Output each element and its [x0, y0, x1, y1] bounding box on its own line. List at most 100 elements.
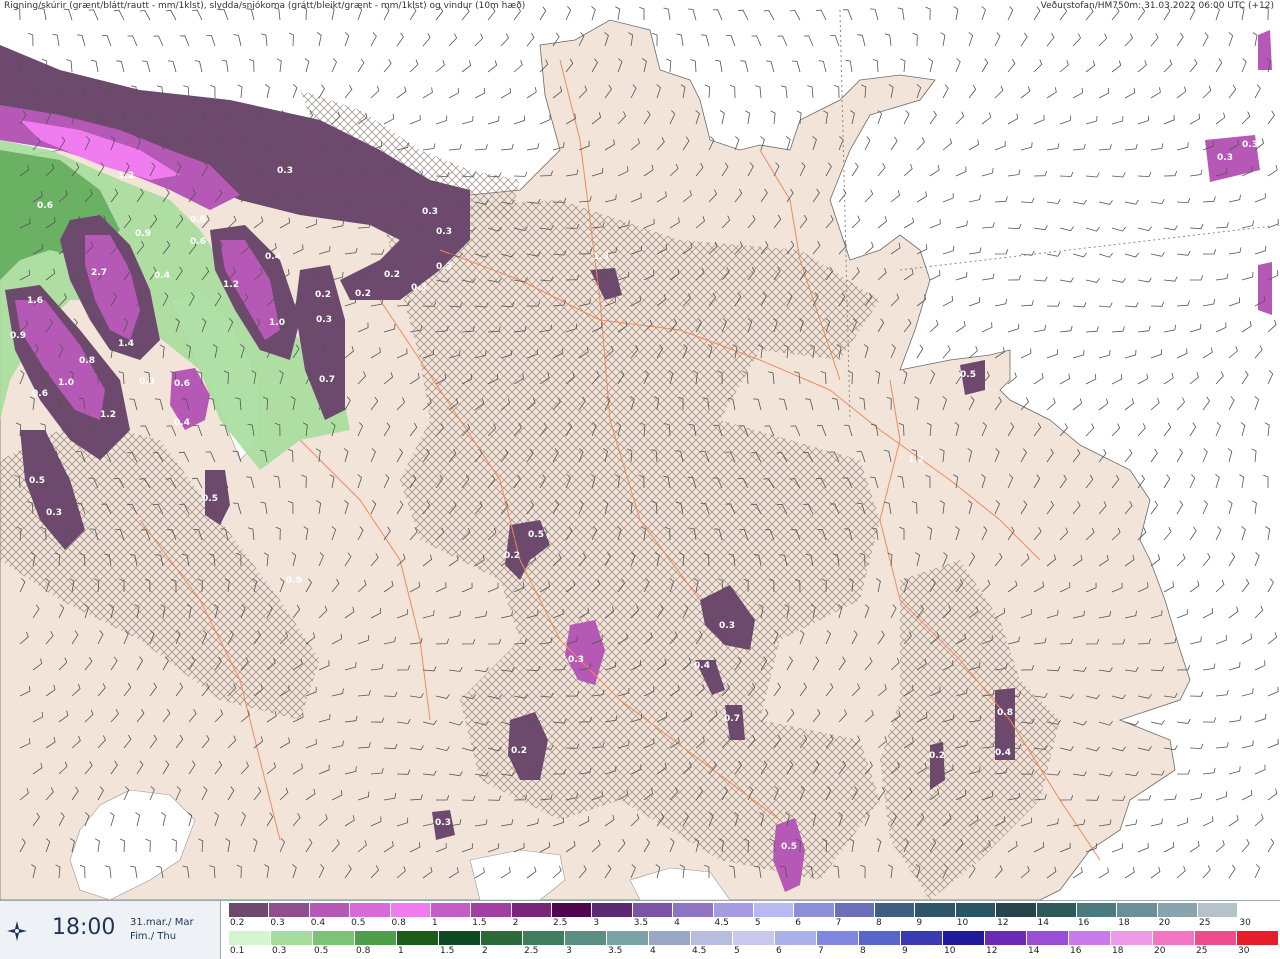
precip-value-label: 0.4	[265, 252, 281, 262]
colorbar-label: 2	[512, 918, 519, 928]
colorbar-label: 1	[431, 918, 438, 928]
precip-value-label: 0.7	[319, 375, 335, 385]
precip-value-label: 0.8	[79, 356, 95, 366]
colorbar-label: 8	[860, 946, 866, 956]
colorbar-label: 1.5	[440, 946, 455, 956]
precip-value-label: 0.3	[411, 283, 427, 293]
colorbar-swatch	[565, 931, 607, 945]
colorbar-swatch	[1069, 931, 1111, 945]
colorbar-label: 5	[734, 946, 740, 956]
snow-colorbar	[229, 903, 1279, 917]
colorbar-label: 6	[795, 918, 801, 928]
precip-value-label: 1.3	[593, 252, 609, 262]
weather-map: 0.3 0.3 1.2 0.6 0.6 0.6 2.7 1.4 0.4 1.2 1.6 0.9 0.8 1…	[0, 0, 1280, 900]
colorbar-label: 20	[1154, 946, 1166, 956]
colorbar-label: 18	[1118, 918, 1130, 928]
precip-value-label: 0.8	[997, 708, 1013, 718]
precip-value-label: 1.2	[908, 455, 924, 465]
colorbar-swatch	[471, 903, 512, 917]
precip-value-label: 0.3	[277, 166, 293, 176]
forecast-day: Fim./ Thu	[130, 931, 177, 942]
precip-value-label: 0.6	[32, 389, 48, 399]
precip-value-label: 0.6	[37, 201, 53, 211]
colorbar-swatch	[1076, 903, 1118, 917]
colorbar-label: 5	[754, 918, 761, 928]
precip-value-label: 0.3	[435, 818, 451, 828]
precip-value-label: 1.2	[118, 171, 134, 181]
colorbar-label: 9	[916, 918, 923, 928]
colorbar-label: 0.3	[270, 918, 285, 928]
colorbar-label: 9	[902, 946, 908, 956]
colorbar-swatch	[996, 903, 1037, 917]
colorbar-swatch	[632, 903, 674, 917]
legend-footer: 18:00 31.mar./ Mar Fim./ Thu 0.2 0.3 0.4 0.…	[0, 900, 1280, 959]
precip-value-label: 2.7	[91, 268, 107, 278]
colorbar-swatch	[817, 931, 859, 945]
colorbar-swatch	[1036, 903, 1077, 917]
colorbar-label: 6	[776, 946, 782, 956]
colorbar-swatch	[673, 903, 714, 917]
colorbar-label: 4.5	[692, 946, 707, 956]
colorbar-label: 16	[1077, 918, 1090, 928]
colorbar-swatch	[649, 931, 691, 945]
colorbar-swatch	[229, 931, 271, 945]
precip-value-label: 0.2	[504, 551, 520, 561]
colorbar-label: 0.5	[351, 918, 366, 928]
precip-value-label: 0.7	[724, 714, 740, 724]
colorbar-label: 25	[1199, 918, 1211, 928]
precip-value-label: 0.6	[174, 379, 190, 389]
colorbar-swatch	[955, 903, 997, 917]
colorbar-label: 1.5	[472, 918, 487, 928]
colorbar-swatch	[901, 931, 943, 945]
precip-value-label: 1.6	[27, 296, 43, 306]
colorbar-swatch	[1153, 931, 1195, 945]
colorbar-label: 0.8	[391, 918, 406, 928]
precip-value-label: 1.0	[269, 318, 285, 328]
colorbar-swatch	[1111, 931, 1153, 945]
colorbar-swatch	[592, 903, 633, 917]
precip-value-label: 0.3	[719, 621, 735, 631]
colorbar-swatch	[775, 931, 817, 945]
rain-colorbar-labels: 0.1 0.3 0.5 0.8 1 1.5 2 2.5 3 3.5 4 4.5 5 6 7 8 9 10 12 14 1…	[229, 946, 1279, 956]
colorbar-label: 3.5	[633, 918, 649, 928]
precip-value-label: 0.3	[1217, 153, 1233, 163]
colorbar-label: 7	[818, 946, 824, 956]
colorbar-label: 4	[650, 946, 656, 956]
precip-value-label: 0.9	[286, 576, 302, 586]
colorbar-label: 12	[997, 918, 1009, 928]
precip-value-label: 0.2	[511, 746, 527, 756]
precip-value-label: 0.3	[316, 315, 332, 325]
precip-value-label: 0.3	[436, 227, 452, 237]
precip-value-label: 0.3	[422, 207, 438, 217]
colorbar-label: 3	[566, 946, 572, 956]
colorbar-swatch	[943, 931, 985, 945]
precip-value-label: 1.2	[223, 280, 239, 290]
colorbar-swatch	[834, 903, 875, 917]
colorbar-swatch	[511, 903, 552, 917]
precip-value-label: 0.3	[436, 262, 452, 272]
colorbar-label: 2.5	[553, 918, 568, 928]
precip-value-label: 1.4	[118, 339, 134, 349]
colorbar-swatch	[794, 903, 835, 917]
precip-value-label: 0.3	[1242, 140, 1258, 150]
colorbar-label: 8	[876, 918, 882, 928]
rain-colorbar	[229, 931, 1279, 945]
colorbar-swatch	[985, 931, 1027, 945]
colorbar-swatch	[430, 903, 472, 917]
precip-value-label: 0.2	[384, 270, 400, 280]
precip-value-label: 0.2	[929, 751, 945, 761]
colorbar-swatch	[1237, 931, 1279, 945]
colorbar-label: 10	[956, 918, 969, 928]
colorbar-label: 0.4	[310, 918, 326, 928]
colorbar-swatch	[713, 903, 754, 917]
colorbar-swatch	[271, 931, 313, 945]
colorbar-label: 12	[986, 946, 998, 956]
forecast-date: 31.mar./ Mar	[130, 917, 194, 928]
colorbar-label: 0.1	[230, 946, 245, 956]
colorbar-label: 0.3	[272, 946, 287, 956]
colorbar-label: 30	[1238, 946, 1250, 956]
colorbar-swatch	[691, 931, 733, 945]
colorbar-swatch	[309, 903, 351, 917]
colorbar-swatch	[875, 903, 916, 917]
colorbar-label: 18	[1112, 946, 1124, 956]
